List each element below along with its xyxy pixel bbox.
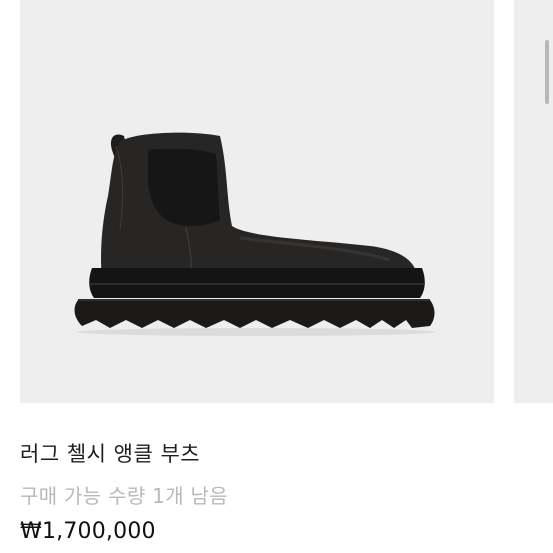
product-image[interactable] xyxy=(20,0,494,403)
scroll-indicator[interactable] xyxy=(545,40,549,104)
next-product-image-peek[interactable] xyxy=(514,0,553,403)
product-price: ₩1,700,000 xyxy=(20,519,156,544)
product-title[interactable]: 러그 첼시 앵클 부츠 xyxy=(20,438,200,468)
product-card[interactable]: 러그 첼시 앵클 부츠 구매 가능 수량 1개 남음 ₩1,700,000 xyxy=(0,0,553,553)
chelsea-boot-image xyxy=(74,132,436,336)
stock-remaining-text: 구매 가능 수량 1개 남음 xyxy=(20,484,228,508)
